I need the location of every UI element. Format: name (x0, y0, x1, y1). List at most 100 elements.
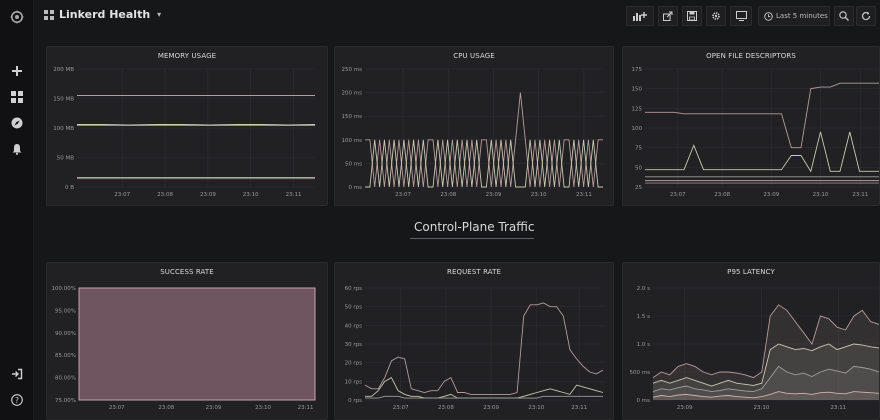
x-tick-label: 23:10 (528, 405, 544, 411)
x-tick-label: 23:11 (571, 405, 587, 411)
panel-success-rate[interactable]: SUCCESS RATE 75.00% 80.00% 85.00% 90.00% 95.… (46, 262, 328, 420)
x-tick-label: 23:09 (677, 405, 693, 411)
y-tick-label: 75 (635, 146, 642, 152)
x-tick-label: 23:07 (114, 192, 130, 198)
y-tick-label: 125 (632, 106, 643, 112)
y-tick-label: 0 ms (349, 185, 363, 191)
y-tick-label: 30 rps (345, 342, 362, 348)
y-tick-label: 100 MB (53, 126, 74, 132)
y-tick-label: 50 (635, 165, 642, 171)
y-tick-label: 20 rps (345, 361, 362, 367)
x-tick-label: 23:07 (109, 405, 125, 411)
x-tick-label: 23:08 (158, 405, 174, 411)
series-line (645, 82, 879, 149)
request-rate-chart: 0 rps 10 rps 20 rps 30 rps 40 rps 50 rps 60 rp… (345, 286, 604, 411)
dashboard-settings-button[interactable] (706, 6, 726, 26)
add-panel-button[interactable] (626, 6, 654, 26)
refresh-icon (861, 11, 871, 21)
y-tick-label: 200 MB (53, 67, 74, 73)
sign-in-icon[interactable] (0, 363, 34, 385)
add-panel-icon (633, 12, 647, 21)
dashboard-title-picker[interactable]: Linkerd Health ▾ (44, 8, 161, 21)
chevron-down-icon: ▾ (157, 10, 162, 19)
bell-alert-icon[interactable] (0, 138, 34, 160)
cpu-usage-chart: 0 ms 50 ms 100 ms 150 ms 200 ms 250 ms 23:07 23… (342, 67, 603, 198)
y-tick-label: 40 rps (345, 323, 362, 329)
y-tick-label: 50 rps (345, 305, 362, 311)
tv-mode-button[interactable] (730, 6, 752, 26)
y-tick-label: 100 ms (342, 138, 363, 144)
success-rate-chart: 75.00% 80.00% 85.00% 90.00% 95.00% 100.00% 23:… (52, 286, 316, 411)
x-tick-label: 23:07 (670, 192, 686, 198)
x-tick-label: 23:08 (714, 192, 730, 198)
y-tick-label: 200 ms (342, 91, 363, 97)
explore-compass-icon[interactable] (0, 112, 34, 134)
panel-cpu-usage[interactable]: CPU USAGE 0 ms 50 ms 100 ms 150 ms 200 ms 250… (334, 46, 614, 206)
panel-request-rate[interactable]: REQUEST RATE 0 rps 10 rps 20 rps 30 rps 40 r… (334, 262, 614, 420)
y-tick-label: 80.00% (55, 376, 76, 382)
x-tick-label: 23:09 (483, 405, 499, 411)
x-tick-label: 23:10 (813, 192, 829, 198)
y-tick-label: 250 ms (342, 67, 363, 73)
y-tick-label: 60 rps (345, 286, 362, 292)
series-line (77, 124, 316, 126)
series-line (645, 131, 879, 173)
x-tick-label: 23:09 (486, 192, 502, 198)
x-tick-label: 23:10 (754, 405, 770, 411)
save-icon (687, 11, 697, 21)
x-tick-label: 23:11 (298, 405, 314, 411)
x-tick-label: 23:11 (830, 405, 846, 411)
y-tick-label: 1.0 s (637, 342, 650, 348)
time-range-label: Last 5 minutes (776, 12, 828, 20)
zoom-out-button[interactable] (834, 6, 854, 26)
y-tick-label: 150 MB (53, 97, 74, 103)
y-tick-label: 75.00% (55, 398, 76, 404)
svg-text:?: ? (15, 396, 19, 405)
y-tick-label: 175 (632, 67, 643, 73)
dashboard-title: Linkerd Health (59, 8, 151, 21)
row-title-underline (410, 238, 534, 239)
share-button[interactable] (658, 6, 678, 26)
y-tick-label: 0 B (65, 185, 74, 191)
x-tick-label: 23:09 (200, 192, 216, 198)
x-tick-label: 23:07 (395, 192, 411, 198)
y-tick-label: 95.00% (55, 308, 76, 314)
help-icon[interactable]: ? (0, 389, 34, 411)
y-tick-label: 90.00% (55, 331, 76, 337)
clock-icon (764, 11, 773, 21)
plus-icon[interactable] (0, 60, 34, 82)
dashboards-icon[interactable] (0, 86, 34, 108)
tv-mode-icon (735, 11, 747, 21)
memory-usage-chart: 0 B 50 MB 100 MB 150 MB 200 MB 23:07 23:08 23:0… (53, 67, 316, 198)
y-tick-label: 25 (635, 185, 642, 191)
y-tick-label: 10 rps (345, 379, 362, 385)
x-tick-label: 23:11 (576, 192, 592, 198)
zoom-out-icon (839, 11, 849, 21)
share-icon (663, 11, 673, 21)
open-file-descriptors-chart: 25 50 75 100 125 150 175 23:07 23:08 23:09 23:10 23… (632, 67, 879, 198)
y-tick-label: 150 (632, 87, 643, 93)
panel-memory-usage[interactable]: MEMORY USAGE 0 B 50 MB 100 MB 150 MB 200 MB 2… (46, 46, 328, 206)
y-tick-label: 85.00% (55, 353, 76, 359)
series-area (78, 287, 316, 401)
y-tick-label: 1.5 s (637, 314, 650, 320)
x-tick-label: 23:11 (286, 192, 302, 198)
save-dashboard-button[interactable] (682, 6, 702, 26)
panel-open-file-descriptors[interactable]: OPEN FILE DESCRIPTORS 25 50 75 100 125 150 175… (622, 46, 880, 206)
p95-latency-chart: 0 ms 500 ms 1.0 s 1.5 s 2.0 s 23:09 23:10 23:11 (630, 286, 879, 411)
y-tick-label: 0 rps (348, 398, 362, 404)
panel-p95-latency[interactable]: P95 LATENCY 0 ms 500 ms 1.0 s 1.5 s 2.0 s 23:… (622, 262, 880, 420)
top-navbar: Linkerd Health ▾ Last 5 minutes (34, 0, 880, 32)
y-tick-label: 50 MB (57, 156, 74, 162)
grafana-logo-icon[interactable] (0, 6, 34, 28)
refresh-button[interactable] (856, 6, 876, 26)
y-tick-label: 100 (632, 126, 643, 132)
y-tick-label: 2.0 s (637, 286, 650, 292)
x-tick-label: 23:08 (157, 192, 173, 198)
time-range-picker[interactable]: Last 5 minutes (758, 6, 830, 26)
x-tick-label: 23:08 (438, 405, 454, 411)
row-title[interactable]: Control-Plane Traffic (414, 220, 535, 234)
x-tick-label: 23:11 (852, 192, 868, 198)
y-tick-label: 50 ms (345, 161, 362, 167)
y-tick-label: 100.00% (52, 286, 76, 292)
